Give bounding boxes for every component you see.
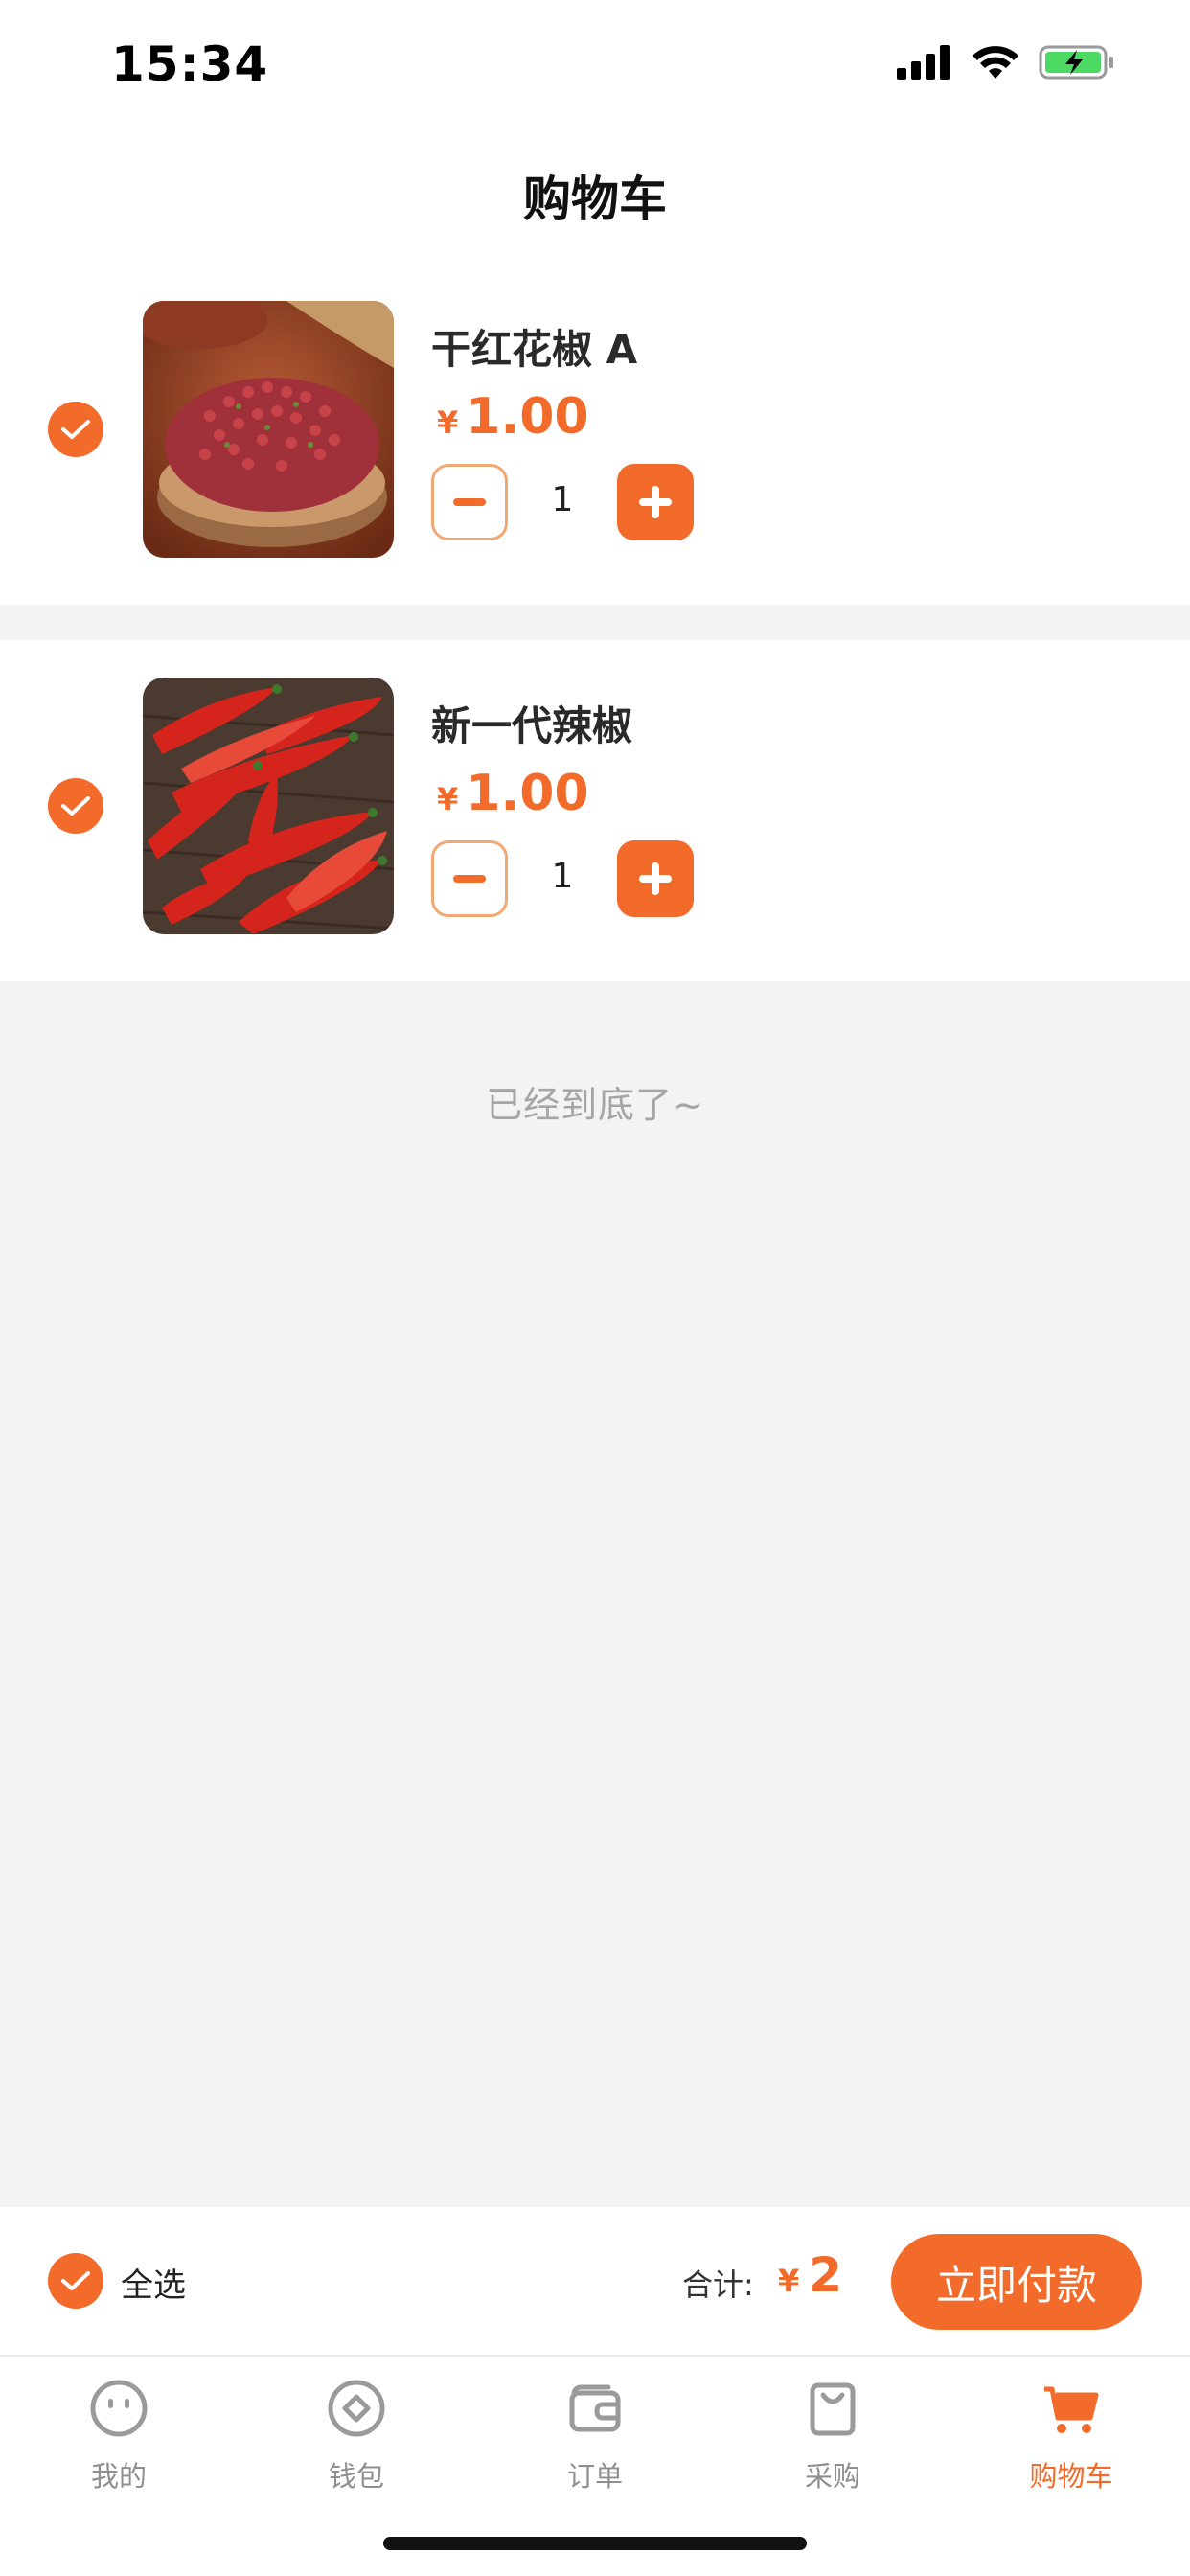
tab-label: 订单 xyxy=(566,2460,623,2493)
cart-screen: 15:34 购物车 干红花椒 A ¥ 1.00 1 新一代辣椒 ¥ 1.00 1… xyxy=(0,0,1190,2576)
smiley-face-icon xyxy=(90,2380,148,2437)
end-of-list-text: 已经到底了~ xyxy=(486,1084,704,1126)
home-indicator[interactable] xyxy=(383,2537,807,2550)
product-image[interactable] xyxy=(143,678,394,934)
plus-icon xyxy=(639,862,672,895)
product-price: ¥1.00 xyxy=(437,765,589,822)
signal-icon xyxy=(897,45,950,80)
wifi-icon xyxy=(973,46,1018,79)
battery-charging-icon xyxy=(1039,45,1113,80)
tab-label: 购物车 xyxy=(1029,2460,1113,2493)
currency-symbol: ¥ xyxy=(778,2263,800,2299)
plus-icon xyxy=(639,486,672,518)
check-icon xyxy=(61,420,90,439)
select-all-label[interactable]: 全选 xyxy=(121,2259,186,2306)
product-image[interactable] xyxy=(143,301,394,558)
tab-label: 采购 xyxy=(804,2460,860,2493)
decrease-quantity-button[interactable] xyxy=(431,464,508,540)
status-icons xyxy=(897,44,1115,80)
cart-item: 新一代辣椒 ¥1.00 1 xyxy=(0,640,1190,981)
decrease-quantity-button[interactable] xyxy=(431,840,508,917)
tab-purchase[interactable]: 采购 xyxy=(714,2370,951,2514)
minus-icon xyxy=(453,875,486,883)
total-amount: ¥2 xyxy=(778,2247,842,2303)
product-name[interactable]: 新一代辣椒 xyxy=(431,694,632,752)
tab-label: 我的 xyxy=(90,2460,147,2493)
total-value: 2 xyxy=(809,2247,843,2303)
tab-mine[interactable]: 我的 xyxy=(0,2370,238,2514)
tab-wallet[interactable]: 钱包 xyxy=(238,2370,475,2514)
check-icon xyxy=(61,796,90,816)
total-label: 合计: xyxy=(682,2266,754,2303)
price-amount: 1.00 xyxy=(466,765,589,822)
header: 15:34 购物车 xyxy=(0,0,1190,264)
price-amount: 1.00 xyxy=(466,388,589,446)
coin-icon xyxy=(328,2380,385,2437)
cart-item: 干红花椒 A ¥1.00 1 xyxy=(0,264,1190,605)
currency-symbol: ¥ xyxy=(437,781,459,817)
tab-orders[interactable]: 订单 xyxy=(476,2370,714,2514)
quantity-value: 1 xyxy=(551,480,574,519)
cart-icon xyxy=(1044,2386,1099,2433)
currency-symbol: ¥ xyxy=(437,404,459,441)
product-price: ¥1.00 xyxy=(437,388,589,446)
check-icon xyxy=(61,2271,90,2290)
checkout-bar: 全选 合计: ¥2 立即付款 xyxy=(0,2207,1190,2355)
page-title: 购物车 xyxy=(523,172,667,227)
item-checkbox[interactable] xyxy=(48,778,103,834)
status-time: 15:34 xyxy=(111,36,269,92)
quantity-value: 1 xyxy=(551,857,574,896)
minus-icon xyxy=(453,498,486,506)
tab-label: 钱包 xyxy=(328,2460,384,2493)
shopping-bag-icon xyxy=(810,2382,856,2436)
item-checkbox[interactable] xyxy=(48,402,103,457)
increase-quantity-button[interactable] xyxy=(617,464,694,540)
product-name[interactable]: 干红花椒 A xyxy=(431,317,637,376)
pay-now-button[interactable]: 立即付款 xyxy=(891,2234,1142,2330)
select-all-checkbox[interactable] xyxy=(48,2253,103,2309)
tab-cart[interactable]: 购物车 xyxy=(952,2370,1190,2514)
increase-quantity-button[interactable] xyxy=(617,840,694,917)
wallet-icon xyxy=(569,2384,621,2432)
